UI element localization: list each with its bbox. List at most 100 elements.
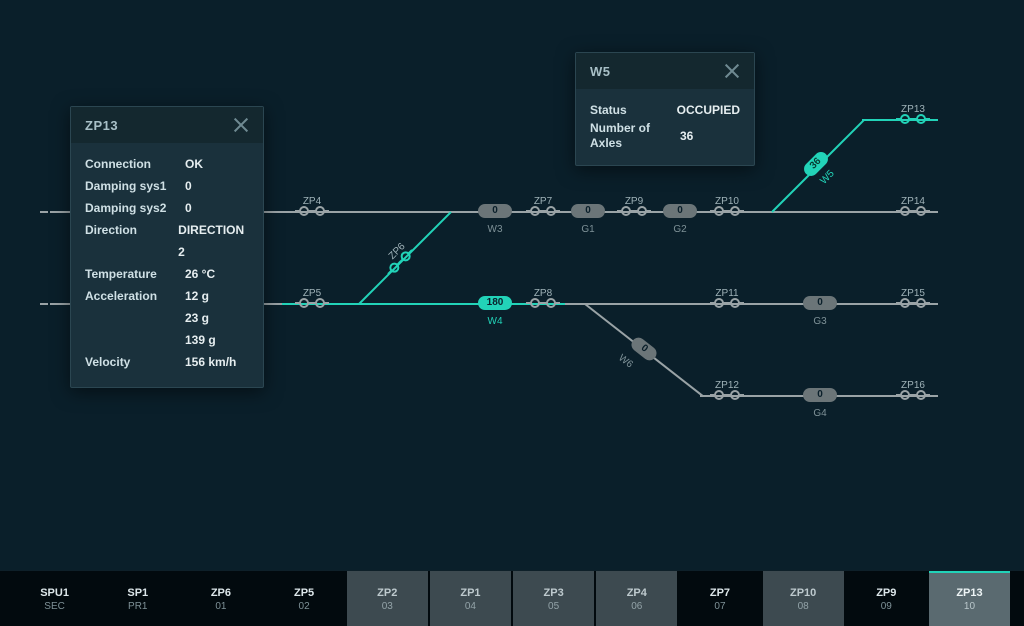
tab-l1: ZP6 <box>211 587 231 599</box>
tab-l1: ZP9 <box>876 587 896 599</box>
kv-key: Damping sys2 <box>85 197 185 219</box>
kv-key: Number of Axles <box>590 121 680 151</box>
tab-zp3[interactable]: ZP305 <box>513 571 594 626</box>
point-zp14[interactable] <box>900 206 926 216</box>
tab-l2: 09 <box>881 601 892 612</box>
pill-label: W4 <box>488 316 503 327</box>
tab-l2: 07 <box>714 601 725 612</box>
tab-zp9[interactable]: ZP909 <box>846 571 927 626</box>
seg-label-w6: W6 <box>616 353 635 371</box>
pill-label: G1 <box>581 224 594 235</box>
tab-l1: ZP13 <box>956 587 982 599</box>
kv-val: 139 g <box>185 329 216 351</box>
point-zp5[interactable] <box>299 298 325 308</box>
track-row-b-right <box>565 303 938 305</box>
tab-zp7[interactable]: ZP707 <box>679 571 760 626</box>
point-zp9[interactable] <box>621 206 647 216</box>
tab-sp1[interactable]: SP1PR1 <box>97 571 178 626</box>
point-zp10[interactable] <box>714 206 740 216</box>
tab-l1: ZP4 <box>627 587 647 599</box>
popover-body: StatusOCCUPIED Number of Axles36 <box>576 89 754 165</box>
pill-label: G4 <box>813 408 826 419</box>
pill-label: G3 <box>813 316 826 327</box>
kv-val: 36 <box>680 125 693 147</box>
tab-l2: 04 <box>465 601 476 612</box>
close-icon[interactable] <box>233 117 249 133</box>
tab-l1: ZP10 <box>790 587 816 599</box>
pill-label: W3 <box>488 224 503 235</box>
kv-val: 156 km/h <box>185 351 236 373</box>
seg-label-w5: W5 <box>818 168 836 186</box>
tab-l2: 05 <box>548 601 559 612</box>
tab-zp4[interactable]: ZP406 <box>596 571 677 626</box>
tab-l1: ZP2 <box>377 587 397 599</box>
tab-zp13[interactable]: ZP13 10 <box>929 571 1010 626</box>
point-label: ZP14 <box>901 196 925 207</box>
kv-key: Damping sys1 <box>85 175 185 197</box>
point-zp7[interactable] <box>530 206 556 216</box>
dash <box>40 303 48 305</box>
tab-l2: 06 <box>631 601 642 612</box>
tab-zp2[interactable]: ZP203 <box>347 571 428 626</box>
tab-l2: 10 <box>964 601 975 612</box>
tab-l1: SP1 <box>127 587 148 599</box>
tab-l2: 01 <box>215 601 226 612</box>
tab-l1: ZP5 <box>294 587 314 599</box>
tab-zp5[interactable]: ZP502 <box>264 571 345 626</box>
point-label: ZP11 <box>715 288 738 299</box>
tab-zp6[interactable]: ZP601 <box>180 571 261 626</box>
point-zp16[interactable] <box>900 390 926 400</box>
popover-zp13: ZP13 ConnectionOK Damping sys10 Damping … <box>70 106 264 388</box>
pill-g1[interactable]: 0 <box>571 204 605 218</box>
tab-zp10[interactable]: ZP10 08 <box>763 571 844 626</box>
popover-title: ZP13 <box>85 118 118 133</box>
tab-l2: SEC <box>44 601 65 612</box>
kv-key: Temperature <box>85 263 185 285</box>
pill-g3[interactable]: 0 <box>803 296 837 310</box>
tab-l2: 03 <box>382 601 393 612</box>
point-label: ZP8 <box>534 288 552 299</box>
point-zp12[interactable] <box>714 390 740 400</box>
kv-val: 0 <box>185 197 192 219</box>
close-icon[interactable] <box>724 63 740 79</box>
tab-l2: 08 <box>798 601 809 612</box>
point-label: ZP16 <box>901 380 925 391</box>
tab-l1: ZP3 <box>544 587 564 599</box>
tab-l2: 02 <box>299 601 310 612</box>
point-label: ZP12 <box>715 380 739 391</box>
kv-val: 23 g <box>185 307 209 329</box>
kv-val: 12 g <box>185 285 209 307</box>
tab-spu1[interactable]: SPU1 SEC <box>14 571 95 626</box>
popover-w5: W5 StatusOCCUPIED Number of Axles36 <box>575 52 755 166</box>
popover-title: W5 <box>590 64 611 79</box>
kv-key: Acceleration <box>85 285 185 307</box>
kv-val: OCCUPIED <box>677 99 740 121</box>
point-zp11[interactable] <box>714 298 740 308</box>
pill-g4[interactable]: 0 <box>803 388 837 402</box>
kv-val: 0 <box>185 175 192 197</box>
kv-val: 26 °C <box>185 263 215 285</box>
tab-l1: ZP7 <box>710 587 730 599</box>
point-label: ZP10 <box>715 196 739 207</box>
pill-g2[interactable]: 0 <box>663 204 697 218</box>
point-zp13[interactable] <box>900 114 926 124</box>
point-zp8[interactable] <box>530 298 556 308</box>
point-label: ZP7 <box>534 196 552 207</box>
kv-key: Connection <box>85 153 185 175</box>
point-zp15[interactable] <box>900 298 926 308</box>
tab-l2: PR1 <box>128 601 147 612</box>
point-zp4[interactable] <box>299 206 325 216</box>
pill-w4[interactable]: 180 <box>478 296 512 310</box>
popover-body: ConnectionOK Damping sys10 Damping sys20… <box>71 143 263 387</box>
point-label: ZP4 <box>303 196 321 207</box>
track-canvas: ZP4 ZP7 ZP9 ZP10 ZP14 ZP13 ZP6 ZP5 ZP8 Z… <box>0 0 1024 626</box>
tab-zp1[interactable]: ZP104 <box>430 571 511 626</box>
kv-val: DIRECTION 2 <box>178 219 249 263</box>
point-label: ZP9 <box>625 196 643 207</box>
tab-l1: ZP1 <box>460 587 480 599</box>
tab-l1: SPU1 <box>40 587 69 599</box>
point-label: ZP5 <box>303 288 321 299</box>
tab-strip: SPU1SEC SP1PR1 ZP601 ZP502 ZP203 ZP104 Z… <box>0 570 1024 626</box>
pill-w3[interactable]: 0 <box>478 204 512 218</box>
kv-key: Velocity <box>85 351 185 373</box>
